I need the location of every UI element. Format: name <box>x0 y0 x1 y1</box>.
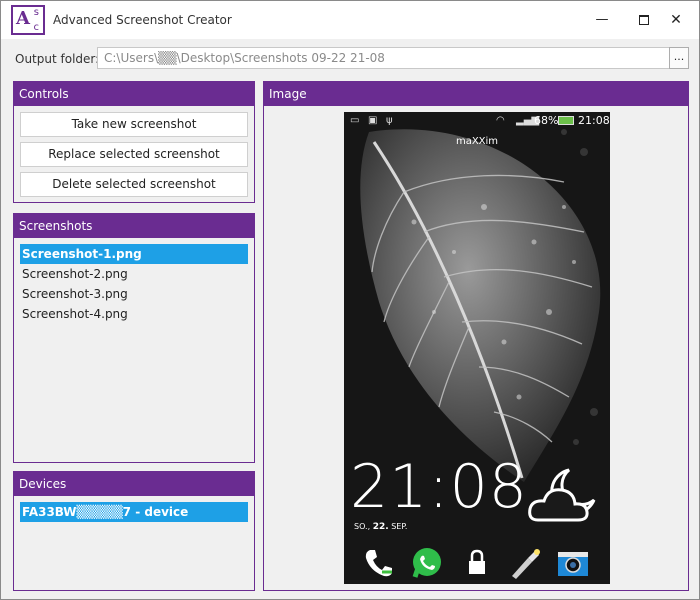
screenshot-list-item[interactable]: Screenshot-3.png <box>20 284 248 304</box>
battery-icon <box>558 116 574 125</box>
maximize-icon <box>639 14 649 25</box>
take-screenshot-button[interactable]: Take new screenshot <box>20 112 248 137</box>
maximize-button[interactable] <box>629 9 659 31</box>
window-title: Advanced Screenshot Creator <box>53 13 232 27</box>
minimize-button[interactable]: — <box>587 9 617 31</box>
camera-icon <box>558 552 588 576</box>
phone-status-bar: ▭ ▣ ψ ◠ ▂▄▆ 68% 21:08 <box>344 112 610 130</box>
lockscreen-date: SO., 22. SEP. <box>354 522 407 532</box>
devices-list[interactable]: FA33BW▒▒▒▒▒7 - device <box>20 502 248 522</box>
logo-letter-s: s <box>33 7 39 18</box>
battery-percent: 68% <box>534 114 559 127</box>
close-button[interactable]: ✕ <box>661 9 691 31</box>
replace-screenshot-button[interactable]: Replace selected screenshot <box>20 142 248 167</box>
output-folder-field[interactable] <box>97 47 676 69</box>
screenshot-icon: ▣ <box>368 115 378 126</box>
close-icon: ✕ <box>670 12 682 28</box>
carrier-name: maXXim <box>455 136 499 147</box>
image-group: Image ▭ ▣ ψ ◠ ▂▄▆ 68% 21:08 maXXim 21:08… <box>263 81 689 591</box>
usb-icon: ψ <box>386 115 393 126</box>
app-window: A s c Advanced Screenshot Creator — ✕ Ou… <box>0 0 700 600</box>
browse-button[interactable]: ... <box>669 47 689 69</box>
devices-group: Devices FA33BW▒▒▒▒▒7 - device <box>13 471 255 591</box>
minimize-icon: — <box>595 12 609 27</box>
status-time: 21:08 <box>578 114 610 127</box>
app-logo: A s c <box>11 5 45 35</box>
date-number: 22. <box>372 522 389 532</box>
devices-header: Devices <box>14 472 254 496</box>
controls-header: Controls <box>14 82 254 106</box>
wifi-icon: ◠ <box>496 115 505 126</box>
image-header: Image <box>264 82 688 106</box>
output-folder-label: Output folder: <box>15 52 100 66</box>
screenshots-header: Screenshots <box>14 214 254 238</box>
device-list-item[interactable]: FA33BW▒▒▒▒▒7 - device <box>20 502 248 522</box>
controls-group: Controls Take new screenshot Replace sel… <box>13 81 255 203</box>
screenshot-list-item[interactable]: Screenshot-1.png <box>20 244 248 264</box>
screenshot-list-item[interactable]: Screenshot-4.png <box>20 304 248 324</box>
lockscreen-clock: 21:08 <box>350 452 528 522</box>
weather-icon <box>528 468 596 522</box>
screenshots-list[interactable]: Screenshot-1.png Screenshot-2.png Screen… <box>20 244 248 324</box>
logo-letter-c: c <box>33 22 40 33</box>
logo-letter-a: A <box>16 8 30 29</box>
whatsapp-icon <box>412 548 441 578</box>
notification-icon: ▭ <box>350 115 360 126</box>
delete-screenshot-button[interactable]: Delete selected screenshot <box>20 172 248 197</box>
title-bar: A s c Advanced Screenshot Creator — ✕ <box>1 1 699 39</box>
date-day: SO., <box>354 522 371 531</box>
date-month: SEP. <box>391 522 408 531</box>
flashlight-icon <box>512 549 540 579</box>
screenshots-group: Screenshots Screenshot-1.png Screenshot-… <box>13 213 255 463</box>
phone-icon <box>365 550 392 577</box>
lock-icon <box>469 549 485 574</box>
screenshot-list-item[interactable]: Screenshot-2.png <box>20 264 248 284</box>
screenshot-preview: ▭ ▣ ψ ◠ ▂▄▆ 68% 21:08 maXXim 21:08 SO., … <box>344 112 610 584</box>
